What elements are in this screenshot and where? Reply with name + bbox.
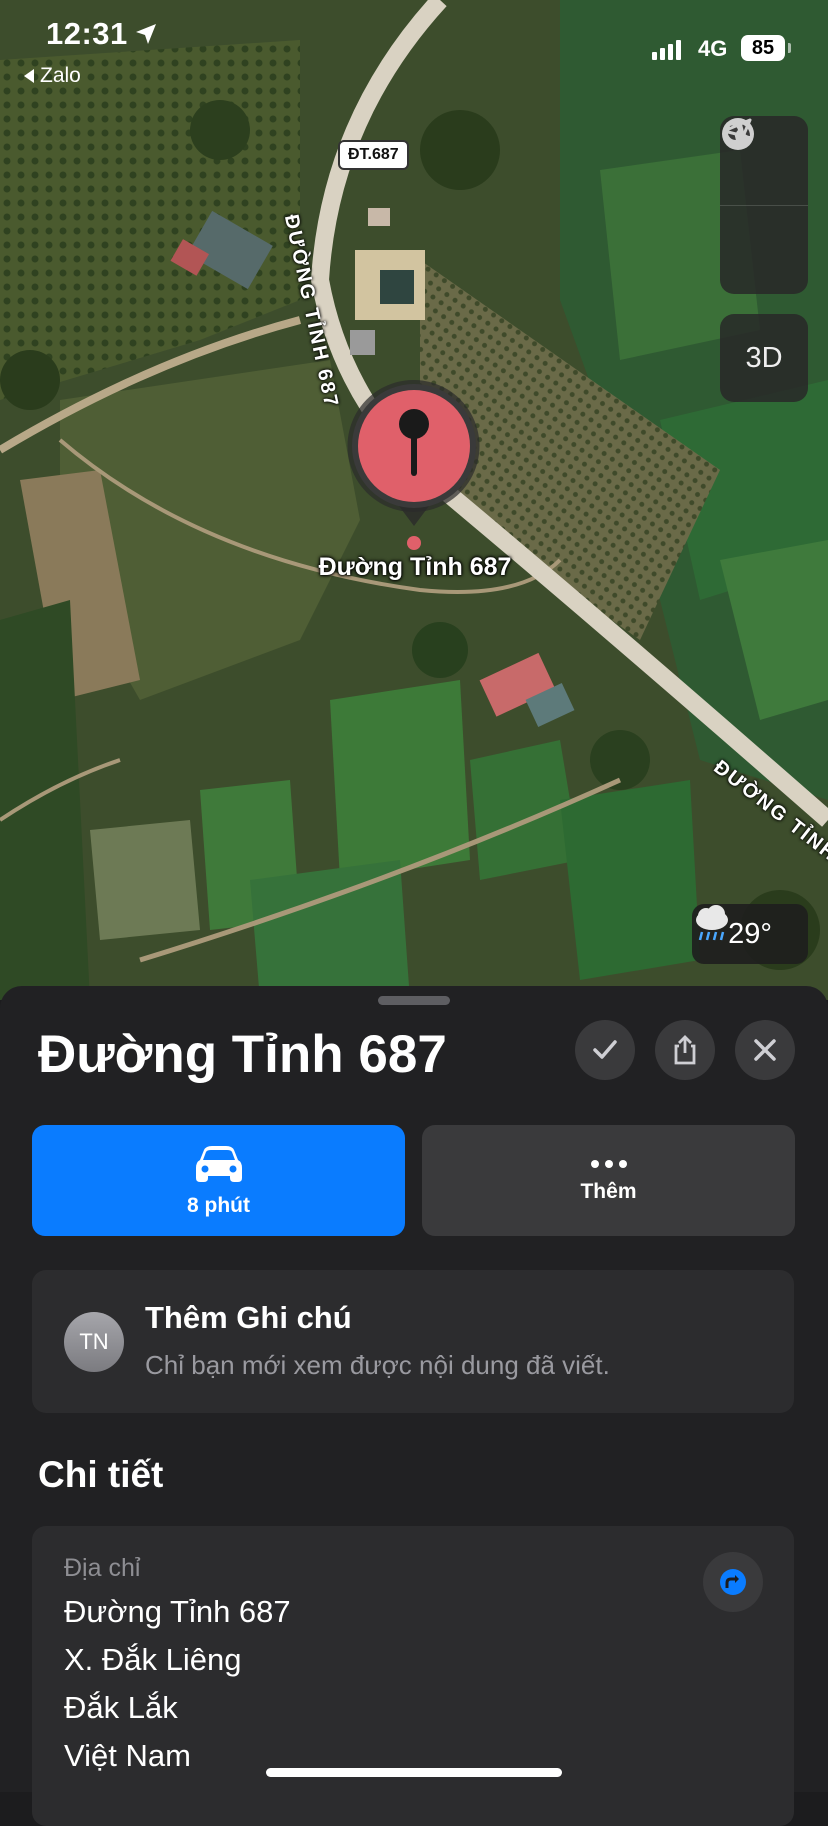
ellipsis-icon (590, 1159, 627, 1168)
share-button[interactable] (655, 1020, 715, 1080)
details-heading: Chi tiết (38, 1454, 164, 1495)
back-app-label: Zalo (40, 64, 81, 87)
cellular-signal-icon (652, 40, 681, 60)
3d-toggle-button[interactable]: 3D (720, 314, 808, 402)
mark-visited-button[interactable] (575, 1020, 635, 1080)
note-title: Thêm Ghi chú (145, 1300, 352, 1335)
directions-icon (720, 1569, 746, 1595)
address-line: Đường Tỉnh 687 (64, 1594, 291, 1629)
status-time: 12:31 (46, 16, 128, 51)
pin-label: Đường Tỉnh 687 (318, 553, 512, 581)
battery-icon: 85 (741, 35, 785, 61)
network-type: 4G (698, 36, 728, 61)
weather-badge: 29° (692, 904, 808, 964)
share-icon (674, 1035, 696, 1065)
more-button[interactable]: Thêm (422, 1125, 795, 1236)
close-button[interactable] (735, 1020, 795, 1080)
place-title: Đường Tỉnh 687 (38, 1025, 447, 1084)
address-line: X. Đắk Liêng (64, 1642, 242, 1677)
more-label: Thêm (580, 1179, 637, 1203)
car-icon (195, 1145, 242, 1182)
avatar: TN (64, 1312, 124, 1372)
address-line: Đắk Lắk (64, 1690, 178, 1725)
back-triangle-icon (24, 69, 34, 83)
note-subtitle: Chỉ bạn mới xem được nội dung đã viết. (145, 1350, 610, 1380)
temperature: 29° (728, 917, 772, 950)
drive-time-label: 8 phút (187, 1193, 250, 1217)
address-card[interactable]: Địa chỉ Đường Tỉnh 687 X. Đắk Liêng Đắk … (32, 1526, 794, 1826)
location-pin-icon[interactable] (344, 376, 484, 554)
address-line: Việt Nam (64, 1738, 191, 1773)
satellite-map[interactable]: ĐT.687 ĐƯỜNG TỈNH 687 ĐƯỜNG TỈNH Đường T… (0, 0, 828, 1000)
home-indicator[interactable] (266, 1768, 562, 1777)
road-shield: ĐT.687 (338, 140, 409, 170)
back-to-app-button[interactable]: Zalo (24, 64, 81, 88)
drive-directions-button[interactable]: 8 phút (32, 1125, 405, 1236)
location-arrow-icon (722, 118, 752, 148)
map-controls (720, 116, 808, 294)
rain-cloud-icon (696, 905, 728, 941)
battery-tip (788, 43, 791, 53)
location-services-icon (136, 24, 156, 44)
address-directions-button[interactable] (703, 1552, 763, 1612)
close-icon (754, 1039, 776, 1061)
sheet-grabber[interactable] (378, 996, 450, 1005)
checkmark-icon (593, 1040, 617, 1059)
place-sheet: Đường Tỉnh 687 8 phút Thêm TN Thêm Ghi c… (0, 986, 828, 1826)
status-bar: 12:31 Zalo 4G 85 (0, 0, 828, 90)
address-label: Địa chỉ (64, 1554, 141, 1582)
add-note-card[interactable]: TN Thêm Ghi chú Chỉ bạn mới xem được nội… (32, 1270, 794, 1413)
locate-me-button[interactable] (720, 118, 808, 295)
